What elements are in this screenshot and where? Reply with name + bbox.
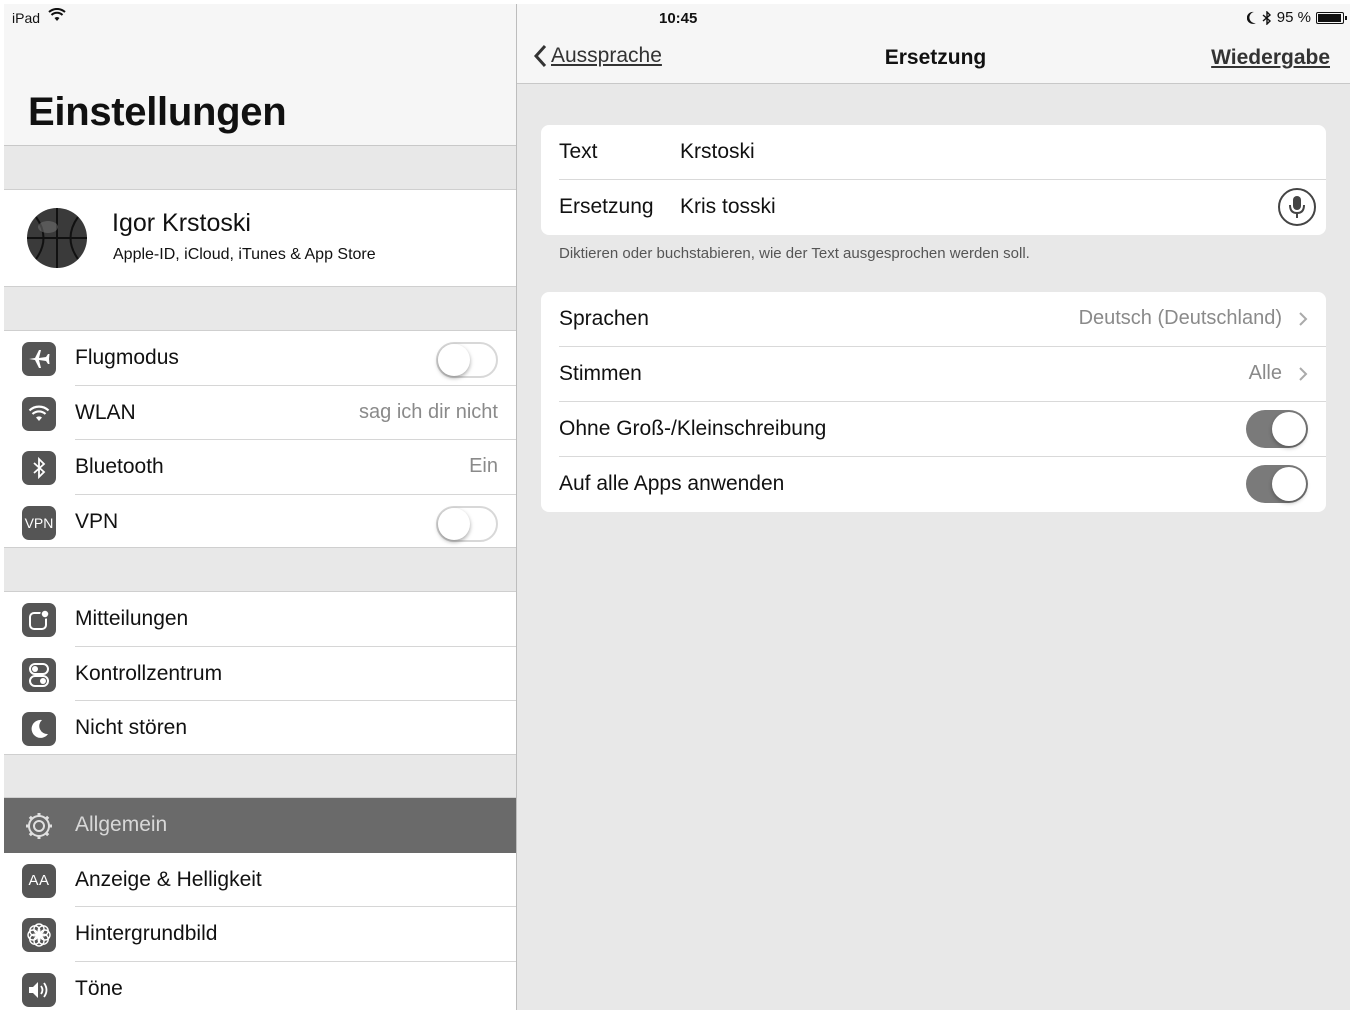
notifications-icon	[22, 603, 56, 637]
avatar	[27, 208, 87, 268]
toggle-knob	[438, 507, 470, 540]
sidebar-header: iPad Einstellungen	[4, 4, 516, 146]
control-center-icon	[22, 657, 56, 692]
chevron-right-icon	[1299, 367, 1308, 381]
network-group: Flugmodus WLAN sag ich dir nicht Bluetoo…	[4, 330, 516, 548]
all-apps-row: Auf alle Apps anwenden	[541, 457, 1326, 512]
sidebar-item-label: Bluetooth	[75, 455, 164, 478]
text-label: Text	[559, 140, 598, 163]
case-insensitive-row: Ohne Groß-/Kleinschreibung	[541, 402, 1326, 457]
bluetooth-value: Ein	[469, 455, 498, 477]
languages-label: Sprachen	[559, 307, 649, 330]
flugmodus-toggle[interactable]	[436, 342, 498, 378]
voices-row[interactable]: Stimmen Alle	[541, 347, 1326, 402]
page-title: Einstellungen	[28, 90, 287, 134]
toggle-knob	[438, 344, 470, 376]
general-group: Allgemein AA Anzeige & Helligkeit Hinter…	[4, 797, 516, 1010]
sidebar-item-vpn[interactable]: VPN VPN	[4, 495, 516, 550]
replacement-form: Text Krstoski Ersetzung Kris tosski	[541, 125, 1326, 235]
microphone-icon	[1289, 196, 1305, 218]
languages-row[interactable]: Sprachen Deutsch (Deutschland)	[541, 292, 1326, 347]
wifi-icon	[22, 396, 56, 431]
profile-subtitle: Apple-ID, iCloud, iTunes & App Store	[113, 246, 376, 263]
sidebar-item-label: Töne	[75, 976, 123, 1000]
sidebar-item-kontrollzentrum[interactable]: Kontrollzentrum	[4, 647, 516, 701]
status-time: 10:45	[659, 10, 698, 27]
vpn-toggle[interactable]	[436, 505, 498, 542]
sidebar-item-label: Allgemein	[75, 813, 168, 836]
wallpaper-icon	[22, 918, 56, 952]
gear-icon	[22, 809, 56, 843]
sidebar-item-anzeige[interactable]: AA Anzeige & Helligkeit	[4, 853, 516, 907]
display-icon: AA	[22, 863, 56, 898]
bluetooth-icon	[22, 451, 56, 485]
sidebar-item-bluetooth[interactable]: Bluetooth Ein	[4, 440, 516, 495]
speaker-icon	[22, 972, 56, 1007]
device-label: iPad	[12, 10, 41, 26]
wlan-value: sag ich dir nicht	[359, 400, 498, 423]
wifi-status-icon	[48, 8, 66, 21]
voices-label: Stimmen	[559, 362, 642, 385]
dictation-button[interactable]	[1278, 188, 1316, 226]
settings-sidebar: iPad Einstellungen Igor Krstoski Apple-I…	[4, 4, 516, 1010]
profile-name: Igor Krstoski	[112, 209, 251, 237]
sidebar-item-allgemein[interactable]: Allgemein	[4, 798, 516, 853]
airplane-icon	[22, 342, 56, 376]
options-list: Sprachen Deutsch (Deutschland) Stimmen A…	[541, 292, 1326, 512]
notifications-group: Mitteilungen Kontrollzentrum Nicht störe…	[4, 591, 516, 755]
sidebar-item-label: VPN	[75, 509, 119, 533]
navigation-bar: 10:45 95 % Aussprache Ersetzung Wiederga…	[517, 4, 1350, 84]
replacement-label: Ersetzung	[559, 195, 654, 218]
sidebar-item-label: Anzeige & Helligkeit	[75, 867, 262, 891]
sidebar-item-label: Nicht stören	[75, 716, 188, 739]
toggle-knob	[1272, 467, 1306, 501]
all-apps-toggle[interactable]	[1246, 465, 1308, 503]
sidebar-item-label: Flugmodus	[75, 346, 179, 369]
bluetooth-status-icon	[1262, 10, 1271, 25]
battery-fill	[1318, 13, 1341, 22]
sidebar-item-nicht-stoeren[interactable]: Nicht stören	[4, 701, 516, 756]
sidebar-item-toene[interactable]: Töne	[4, 962, 516, 1010]
playback-button[interactable]: Wiedergabe	[1211, 46, 1330, 70]
battery-icon	[1316, 11, 1347, 24]
sidebar-item-flugmodus[interactable]: Flugmodus	[4, 331, 516, 386]
case-insensitive-label: Ohne Groß-/Kleinschreibung	[559, 417, 827, 440]
sidebar-item-label: Mitteilungen	[75, 607, 189, 630]
hint-text: Diktieren oder buchstabieren, wie der Te…	[559, 245, 1030, 262]
moon-status-icon	[1246, 11, 1256, 24]
text-field[interactable]: Krstoski	[680, 140, 755, 164]
status-indicators: 95 %	[1246, 9, 1347, 26]
sidebar-item-label: Kontrollzentrum	[75, 661, 223, 685]
replacement-field[interactable]: Kris tosski	[680, 195, 776, 219]
chevron-right-icon	[1299, 312, 1308, 326]
sidebar-item-label: WLAN	[75, 400, 136, 424]
vpn-icon: VPN	[22, 505, 56, 540]
all-apps-label: Auf alle Apps anwenden	[559, 472, 785, 495]
case-insensitive-toggle[interactable]	[1246, 410, 1308, 448]
ipad-screen: iPad Einstellungen Igor Krstoski Apple-I…	[4, 4, 1350, 1010]
battery-percentage: 95 %	[1276, 9, 1311, 26]
sidebar-item-mitteilungen[interactable]: Mitteilungen	[4, 592, 516, 647]
sidebar-item-hintergrundbild[interactable]: Hintergrundbild	[4, 907, 516, 962]
moon-icon	[22, 712, 56, 746]
sidebar-item-label: Hintergrundbild	[75, 922, 218, 945]
detail-pane: 10:45 95 % Aussprache Ersetzung Wiederga…	[517, 4, 1350, 1010]
profile-row[interactable]: Igor Krstoski Apple-ID, iCloud, iTunes &…	[4, 189, 516, 287]
languages-value: Deutsch (Deutschland)	[1078, 307, 1282, 329]
text-row[interactable]: Text Krstoski	[541, 125, 1326, 180]
voices-value: Alle	[1248, 362, 1282, 384]
sidebar-item-wlan[interactable]: WLAN sag ich dir nicht	[4, 386, 516, 440]
toggle-knob	[1272, 412, 1306, 446]
replacement-row[interactable]: Ersetzung Kris tosski	[541, 180, 1326, 235]
